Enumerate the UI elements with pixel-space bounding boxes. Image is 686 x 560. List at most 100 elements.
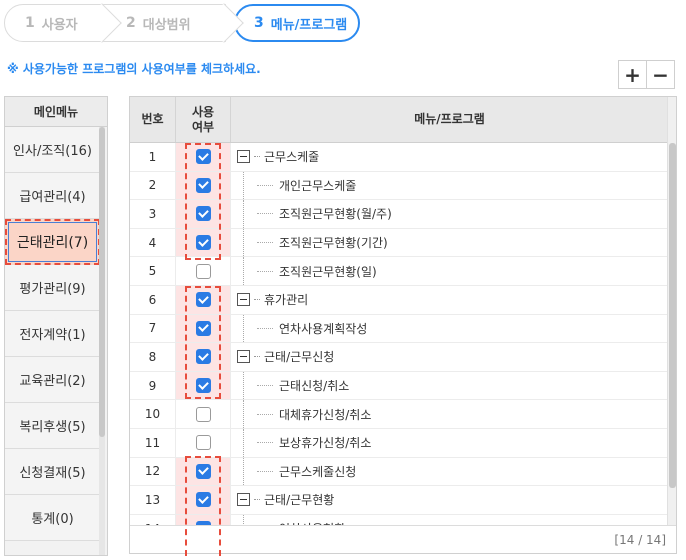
- tree-indent: [231, 428, 257, 457]
- table-row: 6 휴가관리: [130, 285, 668, 315]
- tree-indent: [231, 457, 257, 486]
- table-row: 14 연차사용현황: [130, 514, 668, 525]
- tree-connector: [254, 499, 260, 501]
- step-chevron: [204, 3, 244, 43]
- use-cell: [176, 486, 231, 514]
- program-label: 연차사용계획작성: [279, 321, 368, 336]
- tree-indent: [231, 400, 257, 428]
- use-cell: [176, 228, 231, 257]
- row-number: 12: [130, 457, 176, 486]
- use-checkbox[interactable]: [195, 349, 211, 365]
- use-cell: [176, 171, 231, 200]
- use-cell: [176, 257, 231, 285]
- step-number: 1: [25, 15, 35, 31]
- header-use-line1: 사용: [191, 104, 215, 119]
- step-1-user[interactable]: 1 사용자: [4, 3, 122, 43]
- tree-connector: [254, 299, 260, 301]
- program-table: 번호 사용 여부 메뉴/프로그램 1 근무스케줄 2 개인근무스케줄 3 조직원근무현황(월…: [129, 96, 677, 554]
- header-menu: 메뉴/프로그램: [414, 112, 485, 126]
- step-number: 3: [254, 15, 264, 31]
- use-cell: [176, 400, 231, 428]
- step-label: 메뉴/프로그램: [270, 17, 348, 33]
- use-checkbox[interactable]: [195, 149, 211, 165]
- row-number: 9: [130, 371, 176, 400]
- use-checkbox[interactable]: [195, 463, 211, 479]
- table-row: 7 연차사용계획작성: [130, 314, 668, 344]
- sidebar-item-statistics[interactable]: 통계(0): [5, 495, 100, 541]
- menu-cell: 근무스케줄신청: [231, 457, 668, 486]
- menu-cell: 개인근무스케줄: [231, 171, 668, 200]
- sidebar-item-approval[interactable]: 신청결재(5): [5, 449, 100, 495]
- sidebar-item-evaluation[interactable]: 평가관리(9): [5, 265, 100, 311]
- use-checkbox[interactable]: [195, 235, 211, 251]
- notice-text: ※ 사용가능한 프로그램의 사용여부를 체크하세요.: [7, 62, 261, 76]
- use-cell: [176, 514, 231, 525]
- collapse-icon[interactable]: [237, 150, 250, 164]
- tree-connector: [254, 156, 260, 158]
- use-checkbox[interactable]: [195, 406, 211, 422]
- tree-indent: [231, 314, 257, 343]
- tree-connector: [257, 385, 273, 387]
- sidebar-item-e-contract[interactable]: 전자계약(1): [5, 311, 100, 357]
- expand-all-button[interactable]: +: [618, 60, 647, 89]
- row-number: 11: [130, 428, 176, 457]
- menu-cell: 조직원근무현황(월/주): [231, 200, 668, 228]
- tree-connector: [257, 413, 273, 415]
- menu-group-label: 휴가관리: [264, 293, 309, 308]
- use-checkbox[interactable]: [195, 206, 211, 222]
- program-label: 보상휴가신청/취소: [279, 436, 372, 451]
- sidebar-header: 메인메뉴: [5, 97, 107, 127]
- collapse-icon[interactable]: [237, 493, 250, 507]
- use-checkbox[interactable]: [195, 320, 211, 336]
- use-checkbox[interactable]: [195, 263, 211, 279]
- row-number: 2: [130, 171, 176, 200]
- row-number: 7: [130, 314, 176, 343]
- program-label: 조직원근무현황(월/주): [279, 207, 392, 222]
- use-checkbox[interactable]: [195, 378, 211, 394]
- step-label: 대상범위: [142, 17, 191, 33]
- header-no: 번호: [130, 97, 176, 142]
- main-menu-sidebar: 메인메뉴 인사/조직(16) 급여관리(4) 근태관리(7) 평가관리(9) 전…: [4, 96, 108, 556]
- table-row: 13 근태/근무현황: [130, 486, 668, 515]
- use-checkbox[interactable]: [195, 177, 211, 193]
- use-cell: [176, 200, 231, 228]
- collapse-all-button[interactable]: −: [646, 60, 675, 89]
- page-indicator: [14 / 14]: [130, 525, 676, 553]
- use-checkbox[interactable]: [195, 435, 211, 451]
- use-cell: [176, 428, 231, 457]
- row-number: 14: [130, 514, 176, 525]
- menu-cell: 조직원근무현황(일): [231, 257, 668, 285]
- menu-group-label: 근무스케줄: [264, 150, 320, 165]
- menu-cell: 보상휴가신청/취소: [231, 428, 668, 457]
- row-number: 8: [130, 343, 176, 371]
- sidebar-item-welfare[interactable]: 복리후생(5): [5, 403, 100, 449]
- scroll-thumb[interactable]: [669, 143, 676, 488]
- sidebar-item-attendance[interactable]: 근태관리(7): [5, 219, 100, 265]
- menu-cell: 대체휴가신청/취소: [231, 400, 668, 428]
- scroll-thumb[interactable]: [99, 127, 105, 437]
- table-row: 11 보상휴가신청/취소: [130, 428, 668, 458]
- sidebar-item-hr[interactable]: 인사/조직(16): [5, 127, 100, 173]
- use-checkbox[interactable]: [195, 492, 211, 508]
- menu-cell: 연차사용현황: [231, 514, 668, 525]
- row-number: 4: [130, 228, 176, 257]
- collapse-icon[interactable]: [237, 350, 250, 364]
- tree-connector: [254, 356, 260, 358]
- sidebar-item-payroll[interactable]: 급여관리(4): [5, 173, 100, 219]
- menu-cell: 근태신청/취소: [231, 371, 668, 400]
- table-scrollbar[interactable]: [667, 97, 676, 525]
- collapse-icon[interactable]: [237, 293, 250, 307]
- table-row: 8 근태/근무신청: [130, 343, 668, 372]
- tree-indent: [231, 171, 257, 200]
- step-3-menu-program[interactable]: 3 메뉴/프로그램: [234, 4, 360, 42]
- tree-connector: [257, 442, 273, 444]
- use-checkbox[interactable]: [195, 292, 211, 308]
- sidebar-scrollbar[interactable]: [99, 127, 105, 555]
- tree-indent: [231, 514, 257, 525]
- use-cell: [176, 314, 231, 343]
- table-row: 2 개인근무스케줄: [130, 171, 668, 201]
- step-label: 사용자: [41, 17, 78, 33]
- row-number: 10: [130, 400, 176, 428]
- sidebar-item-education[interactable]: 교육관리(2): [5, 357, 100, 403]
- table-row: 1 근무스케줄: [130, 143, 668, 172]
